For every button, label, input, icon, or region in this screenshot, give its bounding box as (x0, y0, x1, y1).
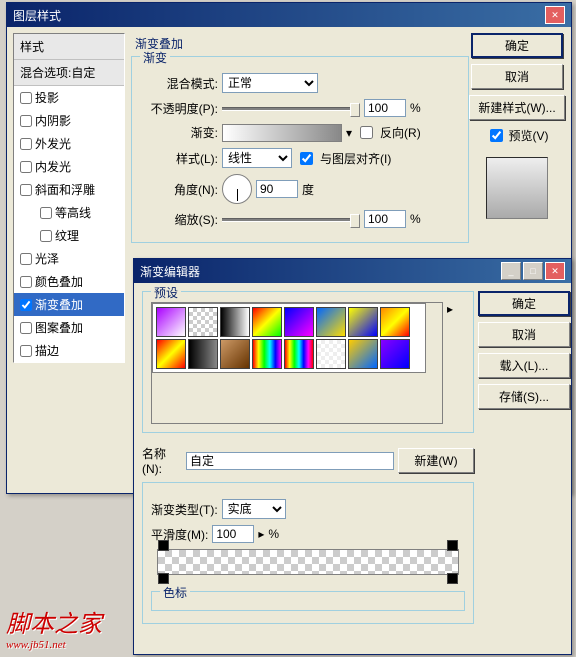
scale-input[interactable] (364, 210, 406, 228)
sidebar-item[interactable]: 渐变叠加 (14, 293, 124, 316)
style-checkbox[interactable] (40, 207, 52, 219)
sidebar-item[interactable]: 内阴影 (14, 109, 124, 132)
ok-button[interactable]: 确定 (478, 291, 570, 316)
save-button[interactable]: 存储(S)... (478, 384, 570, 409)
gradient-group: 渐变 混合模式: 正常 不透明度(P): % 渐变: ▾ 反向(R) 样式(L)… (131, 56, 469, 243)
flyout-menu-icon[interactable]: ▸ (447, 302, 453, 316)
smoothness-input[interactable] (212, 525, 254, 543)
close-icon[interactable]: ✕ (545, 6, 565, 24)
gradient-swatch[interactable] (284, 339, 314, 369)
preview-box (486, 157, 548, 219)
watermark: 脚本之家www.jb51.net (6, 604, 102, 651)
opacity-slider[interactable] (222, 101, 360, 115)
gradient-swatch[interactable] (284, 307, 314, 337)
style-select[interactable]: 线性 (222, 148, 292, 168)
new-button[interactable]: 新建(W) (398, 448, 474, 473)
scale-slider[interactable] (222, 212, 360, 226)
style-checkbox[interactable] (40, 230, 52, 242)
sidebar-header-blend[interactable]: 混合选项:自定 (14, 60, 124, 86)
style-checkbox[interactable] (20, 115, 32, 127)
gradient-swatch[interactable] (252, 307, 282, 337)
align-checkbox[interactable] (300, 152, 313, 165)
gradient-type-select[interactable]: 实底 (222, 499, 286, 519)
gradient-swatch[interactable] (316, 339, 346, 369)
gradient-editor-dialog: 渐变编辑器 _ □ ✕ 预设 ▸ 名称(N): 新建(W) (133, 258, 572, 655)
gradient-swatch[interactable] (156, 339, 186, 369)
style-checkbox[interactable] (20, 161, 32, 173)
chevron-down-icon[interactable]: ▾ (346, 126, 352, 140)
gradient-swatch[interactable] (188, 307, 218, 337)
minimize-icon[interactable]: _ (501, 262, 521, 280)
sidebar-item[interactable]: 斜面和浮雕 (14, 178, 124, 201)
sidebar-item[interactable]: 颜色叠加 (14, 270, 124, 293)
name-input[interactable] (186, 452, 394, 470)
gradient-swatch[interactable] (380, 307, 410, 337)
panel-title: 渐变叠加 (135, 35, 469, 52)
cancel-button[interactable]: 取消 (471, 64, 563, 89)
gradient-swatch[interactable] (188, 339, 218, 369)
stops-group: 色标 (151, 591, 465, 611)
titlebar[interactable]: 渐变编辑器 _ □ ✕ (134, 259, 571, 283)
chevron-right-icon[interactable]: ▸ (258, 527, 264, 541)
cancel-button[interactable]: 取消 (478, 322, 570, 347)
ok-button[interactable]: 确定 (471, 33, 563, 58)
reverse-checkbox[interactable] (360, 126, 373, 139)
sidebar-item[interactable]: 纹理 (14, 224, 124, 247)
blend-mode-select[interactable]: 正常 (222, 73, 318, 93)
sidebar-item[interactable]: 等高线 (14, 201, 124, 224)
style-checkbox[interactable] (20, 299, 32, 311)
gradient-swatch[interactable] (380, 339, 410, 369)
close-icon[interactable]: ✕ (545, 262, 565, 280)
new-style-button[interactable]: 新建样式(W)... (469, 95, 564, 120)
sidebar-item[interactable]: 光泽 (14, 247, 124, 270)
presets-group: 预设 ▸ (142, 291, 474, 433)
style-list: 样式 混合选项:自定 投影内阴影外发光内发光斜面和浮雕等高线纹理光泽颜色叠加渐变… (13, 33, 125, 363)
title: 图层样式 (13, 7, 61, 24)
opacity-input[interactable] (364, 99, 406, 117)
gradient-preview[interactable] (222, 124, 342, 142)
gradient-swatch[interactable] (348, 307, 378, 337)
style-checkbox[interactable] (20, 184, 32, 196)
preview-checkbox[interactable] (490, 129, 503, 142)
style-checkbox[interactable] (20, 92, 32, 104)
gradient-swatch[interactable] (220, 339, 250, 369)
sidebar-item[interactable]: 投影 (14, 86, 124, 109)
preset-list[interactable] (151, 302, 443, 424)
gradient-swatch[interactable] (348, 339, 378, 369)
gradient-type-group: 渐变类型(T): 实底 平滑度(M): ▸ % 色标 (142, 482, 474, 624)
gradient-swatch[interactable] (316, 307, 346, 337)
style-checkbox[interactable] (20, 276, 32, 288)
title: 渐变编辑器 (140, 263, 200, 280)
gradient-bar[interactable] (157, 549, 459, 575)
load-button[interactable]: 载入(L)... (478, 353, 570, 378)
sidebar-item[interactable]: 外发光 (14, 132, 124, 155)
angle-dial[interactable] (222, 174, 252, 204)
sidebar-item[interactable]: 内发光 (14, 155, 124, 178)
style-checkbox[interactable] (20, 322, 32, 334)
gradient-swatch[interactable] (252, 339, 282, 369)
maximize-icon[interactable]: □ (523, 262, 543, 280)
sidebar-header-styles[interactable]: 样式 (14, 34, 124, 60)
style-checkbox[interactable] (20, 253, 32, 265)
gradient-swatch[interactable] (220, 307, 250, 337)
titlebar[interactable]: 图层样式 ✕ (7, 3, 571, 27)
sidebar-item[interactable]: 描边 (14, 339, 124, 362)
gradient-swatch[interactable] (156, 307, 186, 337)
sidebar-item[interactable]: 图案叠加 (14, 316, 124, 339)
style-checkbox[interactable] (20, 138, 32, 150)
style-checkbox[interactable] (20, 345, 32, 357)
angle-input[interactable] (256, 180, 298, 198)
